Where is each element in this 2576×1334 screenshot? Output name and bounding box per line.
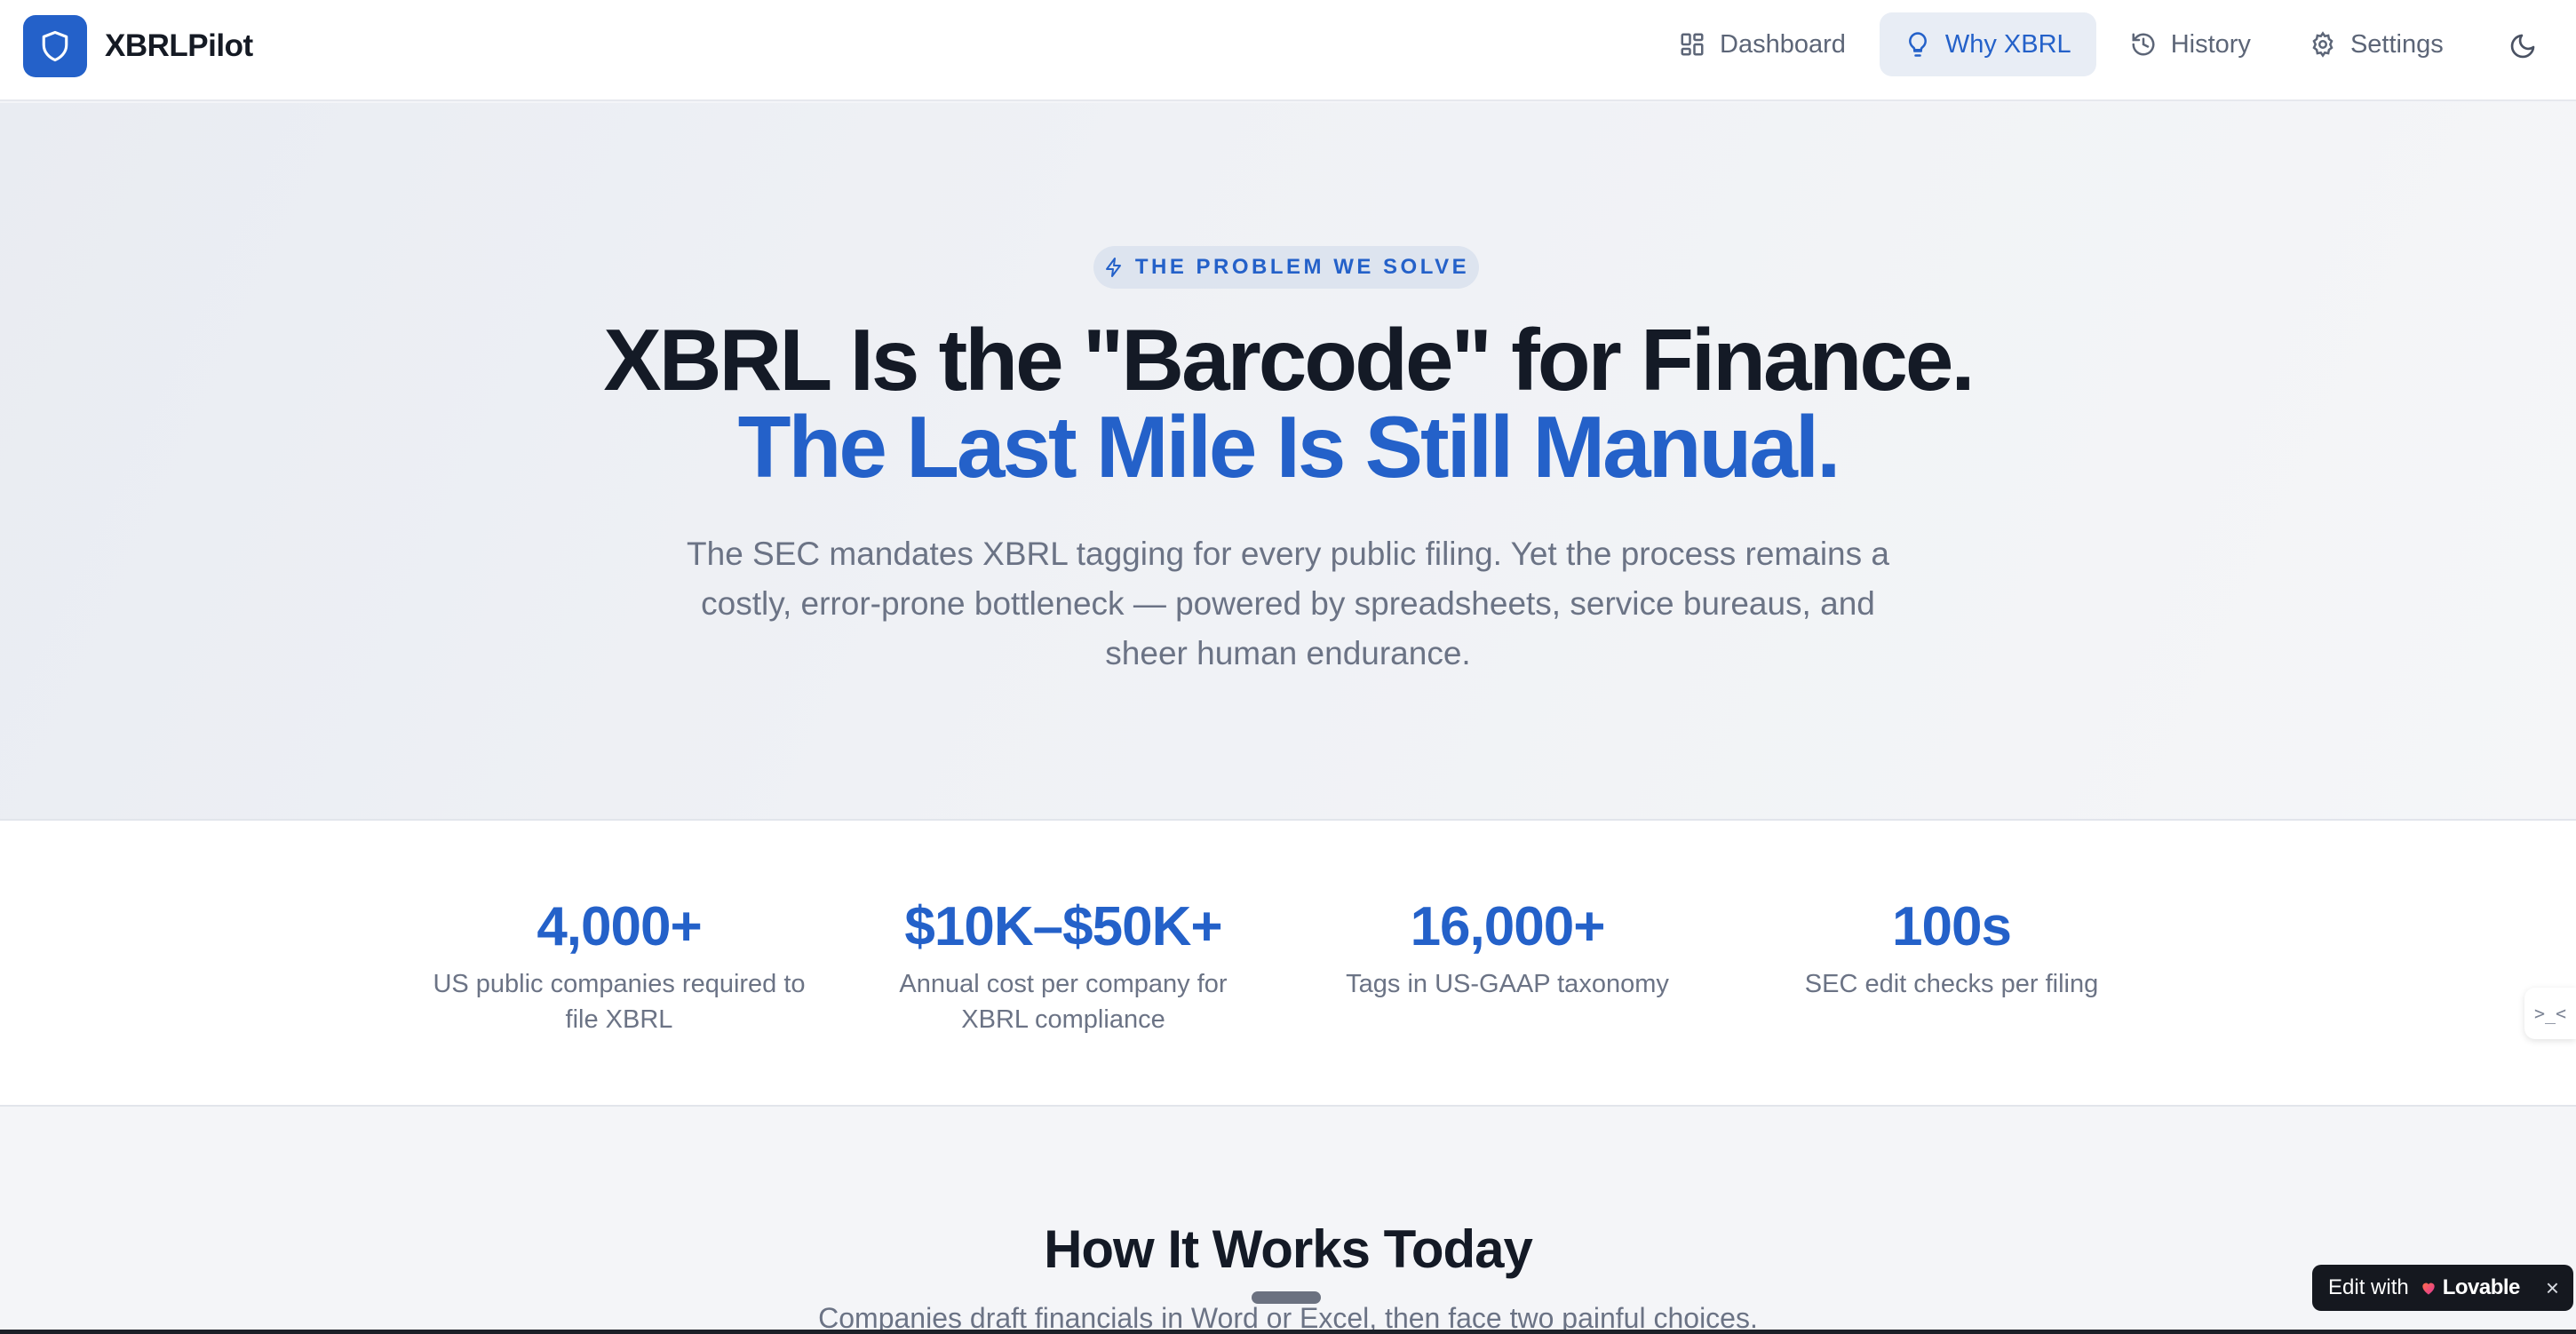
stat-value: 4,000+ [537, 896, 702, 957]
stat-item: 16,000+ Tags in US-GAAP taxonomy [1303, 892, 1712, 1002]
shield-logo-icon [23, 15, 87, 77]
moon-icon [2510, 34, 2535, 59]
stat-value: 100s [1892, 896, 2012, 957]
close-icon[interactable]: × [2546, 1274, 2559, 1302]
hero-headline-accent: The Last Mile Is Still Manual. [737, 398, 1841, 496]
nav-dashboard-label: Dashboard [1720, 29, 1846, 59]
stats-section: 4,000+ US public companies required to f… [0, 821, 2576, 1107]
side-drawer-tab[interactable]: >_< [2524, 988, 2576, 1039]
app-name: XBRLPilot [105, 28, 253, 63]
nav-dashboard[interactable]: Dashboard [1654, 12, 1871, 76]
theme-toggle-button[interactable] [2503, 27, 2542, 66]
stat-value: $10K–$50K+ [904, 896, 1222, 957]
nav-settings[interactable]: Settings [2285, 12, 2469, 76]
hero-headline: XBRL Is the "Barcode" for Finance. [603, 311, 1975, 409]
nav-why-xbrl[interactable]: Why XBRL [1879, 12, 2096, 76]
stat-label: US public companies required to file XBR… [433, 970, 806, 1034]
nav-why-xbrl-label: Why XBRL [1944, 29, 2071, 59]
nav-settings-label: Settings [2349, 29, 2444, 59]
main-nav: Dashboard Why XBRL History Settings [1654, 12, 2477, 76]
gear-icon [2312, 31, 2334, 58]
hero-section: THE PROBLEM WE SOLVE XBRL Is the "Barcod… [0, 103, 2576, 821]
stat-label: Annual cost per company for XBRL complia… [899, 970, 1228, 1034]
nav-history-label: History [2170, 29, 2251, 59]
layout-grid-icon [1681, 33, 1704, 56]
how-it-works-title: How It Works Today [1044, 1219, 1533, 1279]
bottom-edge [0, 1330, 2576, 1334]
stat-value: 16,000+ [1410, 896, 1606, 957]
nav-history[interactable]: History [2105, 12, 2276, 76]
history-icon [2132, 33, 2155, 56]
scroll-indicator[interactable] [1252, 1291, 1321, 1304]
lovable-brand: Lovable [2442, 1275, 2521, 1299]
edit-with-lovable-badge[interactable]: Edit with Lovable × [2312, 1265, 2573, 1311]
stat-item: 100s SEC edit checks per filing [1747, 892, 2156, 1002]
stat-label: SEC edit checks per filing [1804, 970, 2099, 998]
stat-label: Tags in US-GAAP taxonomy [1346, 970, 1669, 998]
hero-subtext: The SEC mandates XBRL tagging for every … [687, 536, 1889, 671]
zap-icon [1105, 258, 1121, 277]
top-navbar: XBRLPilot Dashboard Why XBRL History Set… [0, 0, 2576, 101]
brand[interactable]: XBRLPilot [23, 15, 253, 77]
lightbulb-icon [1909, 32, 1927, 57]
side-tab-glyph: >_< [2533, 1003, 2567, 1024]
problem-badge: THE PROBLEM WE SOLVE [1093, 246, 1479, 289]
stat-item: $10K–$50K+ Annual cost per company for X… [859, 892, 1268, 1037]
lovable-prefix: Edit with [2328, 1275, 2409, 1299]
stat-item: 4,000+ US public companies required to f… [415, 892, 823, 1037]
heart-icon [2422, 1282, 2435, 1295]
badge-label: THE PROBLEM WE SOLVE [1134, 255, 1470, 279]
